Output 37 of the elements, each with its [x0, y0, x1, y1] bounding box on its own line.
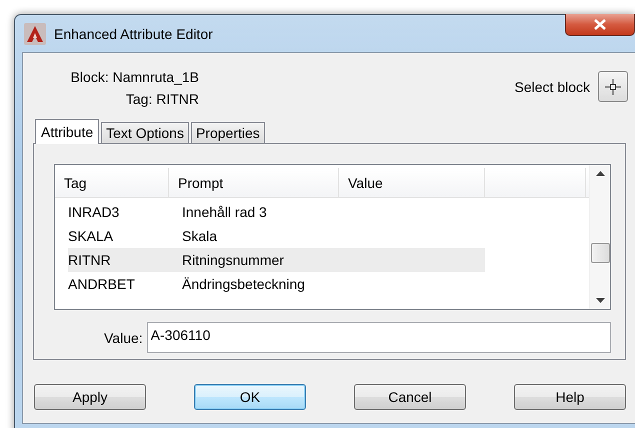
close-button[interactable] — [565, 14, 635, 36]
table-row[interactable]: ANDRBET Ändringsbeteckning — [68, 272, 485, 296]
select-block-button[interactable] — [598, 71, 628, 102]
scroll-thumb[interactable] — [591, 243, 610, 263]
tab[interactable]: Attribute — [35, 119, 100, 144]
scroll-down-icon[interactable] — [596, 298, 604, 303]
value-field[interactable]: A-306110 — [146, 322, 611, 353]
close-icon — [593, 19, 607, 30]
table-cell-text: RITNR — [68, 252, 112, 268]
select-block-label: Select block — [514, 78, 590, 94]
scrollbar[interactable] — [589, 165, 610, 309]
table-cell-text: Ritningsnummer — [182, 252, 285, 268]
tag-label: Tag: RITNR — [126, 91, 199, 107]
table-cell-text: INRAD3 — [68, 204, 120, 220]
dialog-button[interactable]: OK — [194, 384, 306, 410]
column-header[interactable]: Prompt — [169, 168, 339, 197]
column-header[interactable]: Tag — [55, 168, 169, 197]
dialog-button[interactable]: Help — [514, 384, 626, 410]
tab[interactable]: Properties — [190, 122, 265, 143]
table-cell-text: SKALA — [68, 228, 114, 244]
app-logo-icon — [24, 22, 46, 44]
column-header[interactable]: Value — [339, 168, 485, 197]
table-row[interactable]: INRAD3 Innehåll rad 3 — [68, 200, 485, 224]
table-row[interactable]: SKALA Skala — [68, 224, 485, 248]
table-cell-text: Skala — [182, 228, 218, 244]
table-row[interactable]: RITNR Ritningsnummer — [68, 248, 485, 272]
table-cell-text: Ändringsbeteckning — [182, 276, 306, 292]
dialog-button[interactable]: Cancel — [354, 384, 466, 410]
value-label: Value: — [104, 330, 143, 346]
crosshair-icon — [605, 78, 621, 94]
block-label: Block: Namnruta_1B — [70, 69, 199, 85]
scroll-up-icon[interactable] — [596, 171, 604, 176]
window-title: Enhanced Attribute Editor — [54, 26, 213, 42]
table-cell-text: Innehåll rad 3 — [182, 204, 268, 220]
tab[interactable]: Text Options — [101, 122, 189, 143]
dialog-button[interactable]: Apply — [34, 384, 146, 410]
table-cell-text: ANDRBET — [68, 276, 136, 292]
